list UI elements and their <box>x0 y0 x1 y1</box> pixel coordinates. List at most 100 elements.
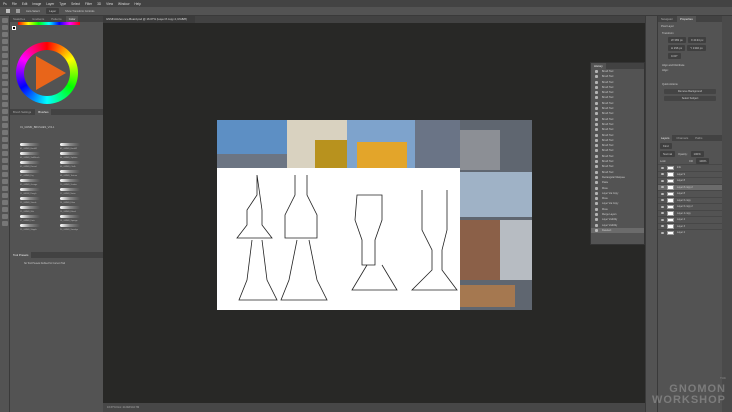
tool-icon[interactable] <box>1 109 8 114</box>
tool-icon[interactable] <box>1 67 8 72</box>
brush-group[interactable]: 01_GNMN_BRUSHES_VOL1 <box>20 126 54 129</box>
menu-ps[interactable]: Ps <box>3 2 7 6</box>
auto-select-dropdown[interactable]: Layer <box>46 8 60 14</box>
tab-channels[interactable]: Channels <box>673 135 691 141</box>
color-spectrum[interactable] <box>18 22 80 25</box>
tool-icon[interactable] <box>1 60 8 65</box>
tool-icon[interactable] <box>1 158 8 163</box>
remove-background-button[interactable]: Remove Background <box>664 89 716 94</box>
x-field[interactable]: X 2134 px <box>687 37 707 43</box>
tool-icon[interactable] <box>1 144 8 149</box>
tool-icon[interactable] <box>1 102 8 107</box>
tool-icon[interactable] <box>1 130 8 135</box>
menu-select[interactable]: Select <box>71 2 80 6</box>
tool-icon[interactable] <box>1 32 8 37</box>
tab-paths[interactable]: Paths <box>692 135 705 141</box>
eye-icon[interactable] <box>661 205 664 208</box>
tool-icon[interactable] <box>1 151 8 156</box>
menu-image[interactable]: Image <box>32 2 41 6</box>
brush-item[interactable]: 04_GNMN_Splatter <box>58 151 98 160</box>
document-canvas[interactable] <box>217 120 532 310</box>
eye-icon[interactable] <box>661 166 664 169</box>
brush-item[interactable]: 13_GNMN_Streak <box>18 196 58 205</box>
tool-icon[interactable] <box>1 200 8 205</box>
brush-item[interactable]: 11_GNMN_Rough <box>18 187 58 196</box>
tool-icon[interactable] <box>1 74 8 79</box>
show-transform-checkbox[interactable]: Show Transform Controls <box>65 10 94 13</box>
brush-item[interactable]: 19_GNMN_Stipple <box>18 223 58 232</box>
opacity-field[interactable]: 100% <box>690 151 704 157</box>
tab-brush-1[interactable]: Brushes <box>35 109 52 115</box>
tab-layers[interactable]: Layers <box>658 135 673 141</box>
brush-item[interactable]: 08_GNMN_Texture <box>58 169 98 178</box>
tab-properties[interactable]: Properties <box>676 16 696 22</box>
tool-icon[interactable] <box>1 221 8 226</box>
height-field[interactable]: H 296 px <box>668 45 686 51</box>
brush-item[interactable]: 06_GNMN_Chalk <box>58 160 98 169</box>
tool-icon[interactable] <box>1 88 8 93</box>
brush-item[interactable]: 15_GNMN_Wet <box>18 205 58 214</box>
angle-field[interactable]: 0.00° <box>668 53 681 59</box>
brush-item[interactable]: 01_GNMN_Hard01 <box>18 142 58 151</box>
width-field[interactable]: W 383 px <box>668 37 686 43</box>
foreground-swatch[interactable] <box>12 26 16 30</box>
tab-brush-0[interactable]: Brush Settings <box>10 109 34 115</box>
eye-icon[interactable] <box>661 199 664 202</box>
brush-item[interactable]: 09_GNMN_Grunge <box>18 178 58 187</box>
brush-item[interactable]: 05_GNMN_Round <box>18 160 58 169</box>
tool-icon[interactable] <box>1 137 8 142</box>
auto-select-label[interactable]: Auto-Select: <box>26 10 40 13</box>
tool-icon[interactable] <box>1 81 8 86</box>
y-field[interactable]: Y 1340 px <box>687 45 706 51</box>
tool-icon[interactable] <box>1 116 8 121</box>
menu-file[interactable]: File <box>12 2 17 6</box>
tool-icon[interactable] <box>1 46 8 51</box>
eye-icon[interactable] <box>661 225 664 228</box>
tool-icon[interactable] <box>1 207 8 212</box>
tool-icon[interactable] <box>1 25 8 30</box>
tool-icon[interactable] <box>1 179 8 184</box>
brush-item[interactable]: 17_GNMN_Dots <box>18 214 58 223</box>
menu-window[interactable]: Window <box>118 2 129 6</box>
menu-filter[interactable]: Filter <box>85 2 92 6</box>
brush-item[interactable]: 14_GNMN_Fibre <box>58 196 98 205</box>
eye-icon[interactable] <box>661 231 664 234</box>
select-subject-button[interactable]: Select Subject <box>664 96 716 101</box>
tool-icon[interactable] <box>1 172 8 177</box>
tool-presets-title[interactable]: Tool Presets <box>10 252 32 258</box>
tool-icon[interactable] <box>1 186 8 191</box>
eye-icon[interactable] <box>661 218 664 221</box>
menu-view[interactable]: View <box>106 2 113 6</box>
tool-icon[interactable] <box>1 18 8 23</box>
menu-3d[interactable]: 3D <box>97 2 101 6</box>
brush-item[interactable]: 20_GNMN_Smudge <box>58 223 98 232</box>
tool-icon[interactable] <box>1 95 8 100</box>
brush-item[interactable]: 07_GNMN_Dry <box>18 169 58 178</box>
blend-mode-dropdown[interactable]: Normal <box>660 151 676 157</box>
brush-item[interactable]: 02_GNMN_Hard02 <box>58 142 98 151</box>
eye-icon[interactable] <box>661 186 664 189</box>
eye-icon[interactable] <box>661 212 664 215</box>
document-tab[interactable]: GNMN-Reference-Board.psd @ 16.67% (Layer… <box>103 16 195 23</box>
brush-item[interactable]: 10_GNMN_Scatter <box>58 178 98 187</box>
menu-edit[interactable]: Edit <box>22 2 28 6</box>
tool-icon[interactable] <box>1 123 8 128</box>
brush-item[interactable]: 12_GNMN_Noise <box>58 187 98 196</box>
history-item[interactable]: Deselect <box>591 227 644 234</box>
home-icon[interactable] <box>6 9 10 13</box>
brush-item[interactable]: 03_GNMN_SoftBrush <box>18 151 58 160</box>
layer-filter-kind[interactable]: Kind <box>660 143 672 149</box>
menu-help[interactable]: Help <box>134 2 141 6</box>
eye-icon[interactable] <box>661 173 664 176</box>
menu-layer[interactable]: Layer <box>46 2 54 6</box>
color-triangle[interactable] <box>36 56 66 90</box>
tool-icon[interactable] <box>1 165 8 170</box>
eye-icon[interactable] <box>661 179 664 182</box>
menu-type[interactable]: Type <box>59 2 66 6</box>
tool-icon[interactable] <box>1 193 8 198</box>
tool-icon[interactable] <box>1 39 8 44</box>
brush-item[interactable]: 18_GNMN_Sponge <box>58 214 98 223</box>
tool-icon[interactable] <box>1 214 8 219</box>
layer-row[interactable]: Layer 2 <box>658 229 722 236</box>
tab-navigator[interactable]: Navigator <box>658 16 676 22</box>
